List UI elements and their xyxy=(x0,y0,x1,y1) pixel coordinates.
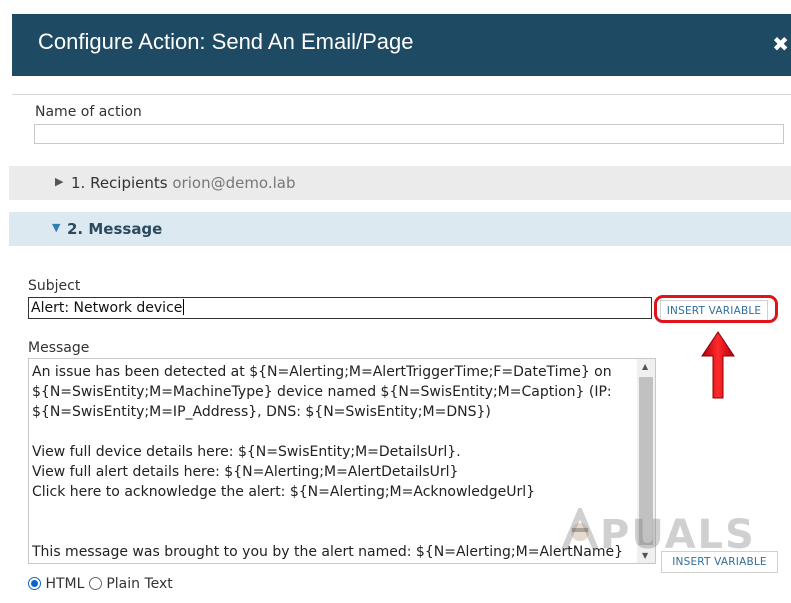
scroll-thumb[interactable] xyxy=(639,377,653,545)
scroll-up-icon[interactable]: ▲ xyxy=(642,362,648,371)
name-of-action-label: Name of action xyxy=(35,104,142,120)
radio-html[interactable] xyxy=(28,577,41,590)
message-label: Message xyxy=(28,340,90,356)
radio-plain-text[interactable] xyxy=(88,577,102,590)
section-message-label: 2. Message xyxy=(67,220,163,238)
section-recipients-header[interactable]: ▶ 1. Recipients orion@demo.lab xyxy=(9,166,791,200)
red-arrow-annotation xyxy=(701,331,735,399)
highlight-annotation xyxy=(654,295,778,323)
dialog-title: Configure Action: Send An Email/Page xyxy=(38,29,414,54)
insert-variable-message-button[interactable]: INSERT VARIABLE xyxy=(661,551,778,573)
scroll-down-icon[interactable]: ▼ xyxy=(642,551,648,560)
text-caret xyxy=(183,299,185,315)
subject-input[interactable]: Alert: Network device xyxy=(28,297,652,319)
subject-label: Subject xyxy=(28,278,81,294)
chevron-right-icon: ▶ xyxy=(55,175,64,188)
section-message-header[interactable]: ▼ 2. Message xyxy=(9,212,791,246)
radio-html-label: HTML xyxy=(45,576,85,592)
divider xyxy=(12,94,791,95)
dialog-title-bar: Configure Action: Send An Email/Page ✖ xyxy=(12,14,791,76)
recipients-summary: orion@demo.lab xyxy=(172,174,296,192)
close-icon[interactable]: ✖ xyxy=(772,34,789,54)
message-body: An issue has been detected at ${N=Alerti… xyxy=(32,364,623,560)
radio-plain-text-label: Plain Text xyxy=(106,576,173,592)
message-textarea[interactable]: An issue has been detected at ${N=Alerti… xyxy=(28,358,656,564)
name-of-action-input[interactable] xyxy=(34,124,784,144)
message-scrollbar[interactable]: ▲ ▼ xyxy=(637,359,655,563)
subject-value: Alert: Network device xyxy=(31,300,183,316)
format-radio-group: HTML Plain Text xyxy=(28,576,173,592)
chevron-down-icon: ▼ xyxy=(52,221,61,234)
section-recipients-label: 1. Recipients xyxy=(71,174,168,192)
